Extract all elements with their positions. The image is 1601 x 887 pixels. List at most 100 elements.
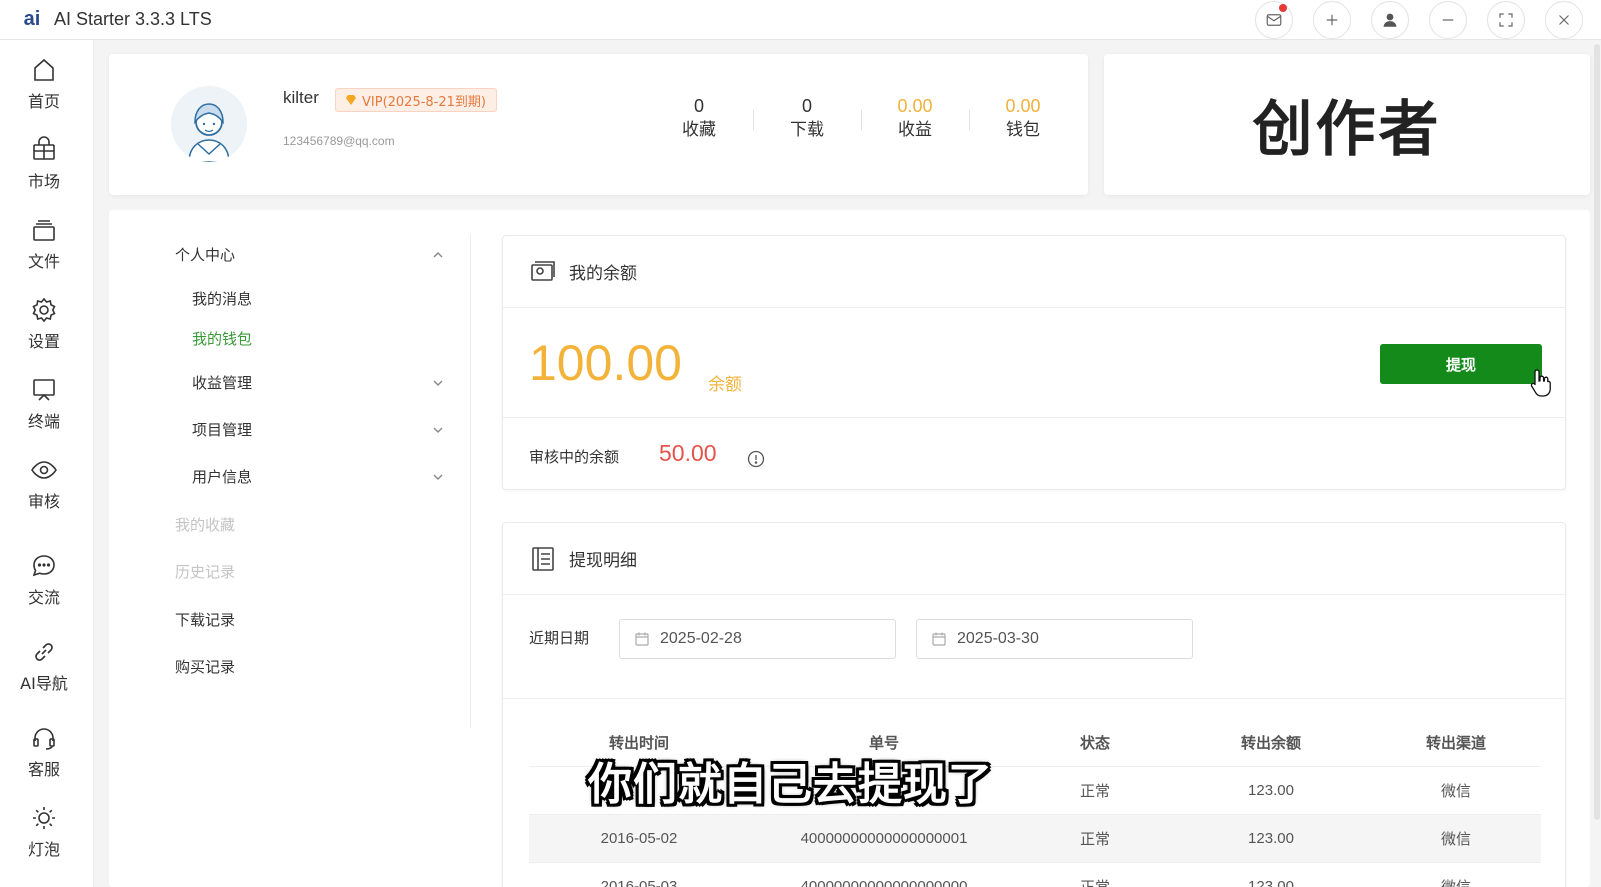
rail-item-bulb[interactable]: 灯泡: [0, 804, 88, 860]
wallet-icon: [531, 260, 555, 281]
maximize-button[interactable]: [1487, 1, 1525, 39]
user-email: 123456789@qq.com: [283, 134, 395, 148]
page-scrollbar[interactable]: [1594, 44, 1600, 820]
username: kilter: [283, 88, 319, 107]
stat-label: 收益: [898, 120, 932, 140]
info-icon[interactable]: [747, 450, 765, 468]
calendar-icon: [932, 632, 946, 646]
withdraw-button[interactable]: 提现: [1380, 344, 1542, 384]
start-date-value: 2025-02-28: [660, 630, 742, 647]
pending-label: 审核中的余额: [529, 448, 620, 466]
menu-label: 收益管理: [192, 374, 253, 392]
vip-badge: VIP(2025-8-21到期): [335, 88, 497, 112]
stat-value: 0: [693, 96, 704, 116]
close-button[interactable]: [1545, 1, 1583, 39]
hand-cursor-icon: [1530, 369, 1551, 397]
plus-icon: [1326, 14, 1338, 26]
rail-item-review[interactable]: 审核: [0, 456, 88, 512]
rail-label: 客服: [27, 760, 60, 779]
menu-my-messages[interactable]: 我的消息: [192, 288, 252, 309]
side-menu: 个人中心 我的消息 我的钱包 收益管理 项目管理 用户信息 我的收藏 历史记录 …: [109, 234, 471, 728]
stat-label: 下载: [790, 120, 824, 140]
rail-label: AI导航: [20, 674, 68, 693]
video-subtitle: 你们就自己去提现了: [588, 759, 993, 810]
pending-row: 审核中的余额 50.00: [503, 418, 1565, 490]
start-date-input[interactable]: 2025-02-28: [619, 619, 896, 659]
home-icon: [34, 58, 54, 81]
column-header: 转出余额: [1240, 734, 1301, 752]
minimize-button[interactable]: [1429, 1, 1467, 39]
profile-card: kilter VIP(2025-8-21到期) 123456789@qq.com…: [109, 54, 1088, 195]
rail-label: 市场: [27, 172, 60, 191]
chevron-up-icon: [433, 251, 443, 257]
rail-item-ai-nav[interactable]: AI导航: [0, 638, 88, 694]
app-logo: ai: [23, 8, 41, 30]
chevron-down-icon: [433, 380, 443, 386]
menu-user-info[interactable]: 用户信息: [192, 466, 445, 487]
avatar-illustration: [171, 86, 247, 162]
rail-label: 交流: [27, 588, 60, 607]
menu-my-wallet[interactable]: 我的钱包: [192, 328, 252, 349]
balance-label: 余额: [708, 375, 742, 395]
menu-project-management[interactable]: 项目管理: [192, 419, 445, 440]
stat-value: 0: [801, 96, 812, 116]
menu-purchase-records[interactable]: 购买记录: [175, 656, 235, 677]
creator-card: 创作者: [1104, 54, 1590, 195]
table-row[interactable]: 2016-05-02 40000000000000000001 正常 123.0…: [529, 815, 1541, 863]
cell-status: 正常: [1079, 831, 1110, 848]
menu-personal-center[interactable]: 个人中心: [175, 244, 445, 265]
cell-order-no: 40000000000000000000: [800, 878, 968, 887]
mail-button[interactable]: [1255, 1, 1293, 39]
withdraw-detail-card: 提现明细 近期日期 2025-02-28 2025-03-30 转出时间 单号 …: [502, 522, 1566, 887]
chevron-down-icon: [433, 427, 443, 433]
user-button[interactable]: [1371, 1, 1409, 39]
cell-status: 正常: [1079, 783, 1110, 800]
end-date-input[interactable]: 2025-03-30: [916, 619, 1193, 659]
rail-label: 首页: [27, 92, 60, 111]
document-icon: [532, 546, 554, 571]
cell-time: 2016-05-03: [600, 878, 678, 887]
add-button[interactable]: [1313, 1, 1351, 39]
rail-item-terminal[interactable]: 终端: [0, 376, 88, 432]
column-header: 转出渠道: [1425, 734, 1486, 752]
stat-wallet[interactable]: 0.00 钱包: [969, 94, 1077, 142]
eye-icon: [31, 461, 57, 479]
rail-item-home[interactable]: 首页: [0, 56, 88, 112]
rail-label: 终端: [27, 412, 60, 431]
maximize-icon: [1499, 13, 1513, 27]
stat-income[interactable]: 0.00 收益: [861, 94, 969, 142]
rail-item-settings[interactable]: 设置: [0, 296, 88, 352]
menu-download-records[interactable]: 下载记录: [175, 609, 235, 630]
stat-downloads[interactable]: 0 下载: [753, 94, 861, 142]
bulb-icon: [33, 807, 55, 829]
cell-channel: 微信: [1440, 831, 1471, 848]
table-row[interactable]: 2016-05-03 40000000000000000000 正常 123.0…: [529, 863, 1541, 887]
rail-item-files[interactable]: 文件: [0, 216, 88, 272]
rail-item-market[interactable]: 市场: [0, 136, 88, 192]
cell-amount: 123.00: [1248, 878, 1294, 887]
menu-history[interactable]: 历史记录: [175, 561, 235, 582]
gear-icon: [32, 297, 56, 323]
cell-status: 正常: [1019, 876, 1171, 887]
menu-label: 用户信息: [192, 468, 253, 486]
cell-channel: 微信: [1371, 876, 1541, 887]
close-icon: [1559, 15, 1569, 25]
rail-item-chat[interactable]: 交流: [0, 552, 88, 608]
mail-icon: [1266, 14, 1282, 26]
avatar[interactable]: [171, 86, 247, 162]
stat-label: 钱包: [1006, 120, 1040, 140]
headset-icon: [33, 728, 55, 750]
balance-header: 我的余额: [503, 236, 1565, 308]
menu-income-management[interactable]: 收益管理: [192, 372, 445, 393]
balance-row: 100.00 余额 提现: [503, 308, 1565, 418]
balance-amount: 100.00: [529, 335, 682, 391]
rail-label: 文件: [27, 252, 60, 271]
stats-group: 0 收藏 0 下载 0.00 收益 0.00 钱包: [645, 94, 1077, 142]
date-filter-row: 近期日期 2025-02-28 2025-03-30: [503, 595, 1565, 699]
stat-favorites[interactable]: 0 收藏: [645, 94, 753, 142]
minimize-icon: [1442, 19, 1454, 21]
rail-item-support[interactable]: 客服: [0, 724, 88, 780]
calendar-icon: [635, 632, 649, 646]
app-title: AI Starter 3.3.3 LTS: [54, 9, 212, 29]
menu-my-favorites[interactable]: 我的收藏: [175, 514, 235, 535]
